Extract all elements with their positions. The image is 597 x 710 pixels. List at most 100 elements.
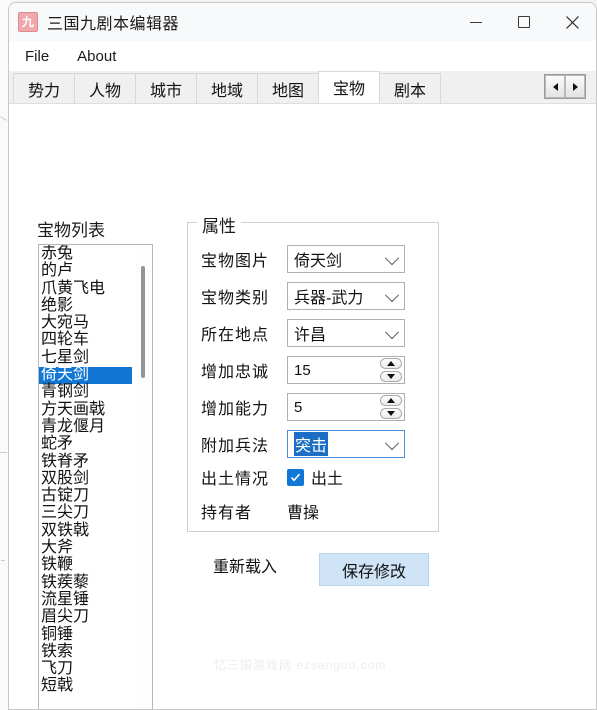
value-owner: 曹操 bbox=[287, 505, 320, 522]
spinner-down-button[interactable] bbox=[380, 408, 402, 419]
list-item[interactable]: 爪黄飞电 bbox=[39, 280, 137, 298]
combo-location-value: 许昌 bbox=[294, 327, 327, 344]
list-item[interactable]: 青钢剑 bbox=[39, 384, 137, 401]
tab-chengshi[interactable]: 城市 bbox=[135, 73, 197, 103]
label-loyalty-bonus: 增加忠诚 bbox=[201, 364, 270, 381]
list-item[interactable]: 青龙偃月 bbox=[39, 418, 137, 436]
menu-bar: File About bbox=[9, 41, 596, 71]
tab-content-baowu: 宝物列表 赤兔 的卢 爪黄飞电 绝影 大宛马 四轮车 七星剑 倚天剑 青钢剑 方天画戟 青龙偃月 蛇矛… bbox=[9, 104, 596, 709]
list-item[interactable]: 铁脊矛 bbox=[39, 453, 137, 471]
list-item[interactable]: 绝影 bbox=[39, 297, 137, 315]
checkbox-excavated-label: 出土 bbox=[311, 471, 344, 488]
minimize-icon bbox=[470, 21, 482, 23]
scrollbar-thumb[interactable] bbox=[141, 266, 145, 378]
list-item[interactable]: 七星剑 bbox=[39, 349, 137, 367]
menu-item-about[interactable]: About bbox=[73, 46, 120, 67]
spinner-loyalty-buttons bbox=[380, 358, 402, 382]
triangle-up-icon bbox=[387, 398, 395, 403]
label-excavation-status: 出土情况 bbox=[201, 471, 270, 488]
application-window: 九 三国九剧本编辑器 File About 势力 人物 城市 地域 地图 宝物 … bbox=[8, 2, 597, 710]
attributes-title: 属性 bbox=[197, 212, 241, 237]
chevron-down-icon bbox=[384, 251, 400, 266]
chevron-down-icon bbox=[384, 436, 400, 451]
maximize-button[interactable] bbox=[500, 3, 548, 41]
label-treasure-category: 宝物类别 bbox=[201, 290, 270, 307]
spinner-up-button[interactable] bbox=[380, 358, 402, 369]
treasure-list-items: 赤兔 的卢 爪黄飞电 绝影 大宛马 四轮车 七星剑 倚天剑 青钢剑 方天画戟 青龙偃月 蛇矛 铁脊矛 双股… bbox=[39, 245, 137, 696]
checkbox-box[interactable] bbox=[287, 468, 304, 486]
tab-ditu[interactable]: 地图 bbox=[257, 73, 319, 103]
screen: 九 三国九剧本编辑器 File About 势力 人物 城市 地域 地图 宝物 … bbox=[0, 0, 597, 710]
tab-renwu[interactable]: 人物 bbox=[74, 73, 136, 103]
field-row-loyalty: 增加忠诚 15 bbox=[201, 355, 405, 385]
list-item[interactable]: 倚天剑 bbox=[39, 366, 132, 385]
list-item[interactable]: 铁蒺藜 bbox=[39, 574, 137, 592]
list-item[interactable]: 古锭刀 bbox=[39, 488, 137, 505]
minimize-button[interactable] bbox=[452, 3, 500, 41]
spinner-loyalty-value: 15 bbox=[294, 361, 311, 379]
list-item[interactable]: 四轮车 bbox=[39, 332, 137, 349]
label-ability-bonus: 增加能力 bbox=[201, 401, 270, 418]
combo-attached-tactic-value: 突击 bbox=[294, 432, 329, 456]
save-button[interactable]: 保存修改 bbox=[319, 553, 429, 586]
tab-baowu[interactable]: 宝物 bbox=[318, 71, 380, 103]
combo-treasure-category[interactable]: 兵器-武力 bbox=[287, 282, 405, 310]
triangle-down-icon bbox=[387, 411, 395, 416]
list-item[interactable]: 双股剑 bbox=[39, 470, 137, 488]
window-title: 三国九剧本编辑器 bbox=[47, 16, 180, 33]
spinner-down-button[interactable] bbox=[380, 371, 402, 382]
combo-treasure-category-value: 兵器-武力 bbox=[294, 290, 364, 307]
tab-diyu[interactable]: 地域 bbox=[196, 73, 258, 103]
label-attached-tactic: 附加兵法 bbox=[201, 438, 270, 455]
tab-scroll-left-button[interactable] bbox=[545, 75, 565, 98]
tab-scroll-right-button[interactable] bbox=[565, 75, 585, 98]
tab-shili[interactable]: 势力 bbox=[13, 73, 75, 103]
chevron-down-icon bbox=[384, 288, 400, 303]
list-item[interactable]: 的卢 bbox=[39, 263, 137, 280]
field-row-ability: 增加能力 5 bbox=[201, 392, 405, 422]
close-button[interactable] bbox=[548, 3, 596, 41]
watermark: 忆三国游戏网 ezsanguo.com bbox=[214, 658, 387, 672]
list-item[interactable]: 大斧 bbox=[39, 539, 137, 557]
checkbox-excavated[interactable]: 出土 bbox=[287, 465, 343, 489]
list-item[interactable]: 飞刀 bbox=[39, 660, 137, 678]
tab-scroll-controls bbox=[544, 74, 586, 99]
chevron-down-icon bbox=[384, 325, 400, 340]
list-item[interactable]: 方天画戟 bbox=[39, 401, 137, 419]
tab-juben[interactable]: 剧本 bbox=[379, 73, 441, 103]
list-item[interactable]: 铁索 bbox=[39, 643, 137, 661]
list-item[interactable]: 双铁戟 bbox=[39, 522, 137, 540]
check-icon bbox=[290, 473, 301, 481]
maximize-icon bbox=[518, 16, 530, 28]
treasure-listbox[interactable]: 赤兔 的卢 爪黄飞电 绝影 大宛马 四轮车 七星剑 倚天剑 青钢剑 方天画戟 青龙偃月 蛇矛 铁脊矛 双股… bbox=[38, 244, 153, 709]
background-mark bbox=[0, 452, 7, 453]
background-mark bbox=[1, 560, 5, 561]
list-item[interactable]: 眉尖刀 bbox=[39, 609, 137, 626]
list-item[interactable]: 赤兔 bbox=[39, 245, 137, 263]
combo-treasure-image[interactable]: 倚天剑 bbox=[287, 245, 405, 273]
list-item[interactable]: 大宛马 bbox=[39, 315, 137, 332]
spinner-ability-bonus[interactable]: 5 bbox=[287, 393, 405, 421]
list-item[interactable]: 三尖刀 bbox=[39, 505, 137, 522]
spinner-loyalty-bonus[interactable]: 15 bbox=[287, 356, 405, 384]
spinner-ability-buttons bbox=[380, 395, 402, 419]
list-item[interactable]: 铁鞭 bbox=[39, 557, 137, 574]
triangle-down-icon bbox=[387, 374, 395, 379]
list-item[interactable]: 蛇矛 bbox=[39, 436, 137, 453]
triangle-up-icon bbox=[387, 361, 395, 366]
chevron-right-icon bbox=[572, 82, 578, 91]
field-row-excavation: 出土情况 出土 bbox=[201, 462, 343, 492]
field-row-image: 宝物图片 倚天剑 bbox=[201, 244, 405, 274]
reload-button[interactable]: 重新载入 bbox=[202, 549, 288, 581]
spinner-up-button[interactable] bbox=[380, 395, 402, 406]
treasure-list-scrollbar[interactable] bbox=[136, 246, 151, 709]
field-row-location: 所在地点 许昌 bbox=[201, 318, 405, 348]
list-item[interactable]: 流星锤 bbox=[39, 591, 137, 609]
background-mark bbox=[0, 116, 7, 121]
menu-item-file[interactable]: File bbox=[21, 46, 53, 67]
combo-location[interactable]: 许昌 bbox=[287, 319, 405, 347]
label-owner: 持有者 bbox=[201, 505, 253, 522]
list-item[interactable]: 短戟 bbox=[39, 678, 137, 695]
list-item[interactable]: 铜锤 bbox=[39, 626, 137, 644]
combo-attached-tactic[interactable]: 突击 bbox=[287, 430, 405, 458]
